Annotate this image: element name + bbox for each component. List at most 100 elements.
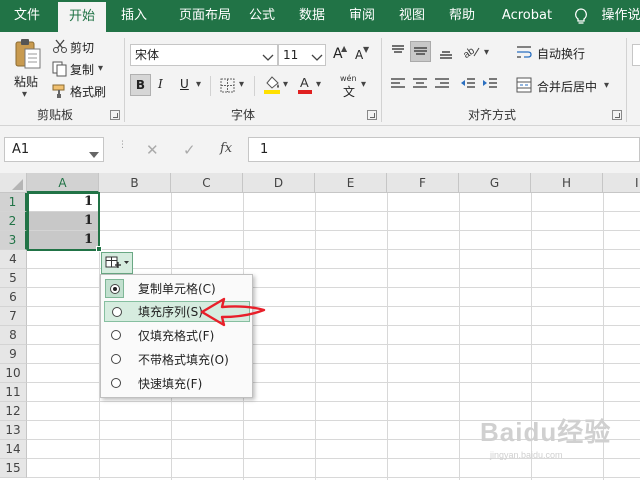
wrap-text-icon[interactable] — [516, 44, 532, 63]
lightbulb-icon[interactable] — [574, 8, 588, 28]
font-color-dropdown-icon[interactable]: ▾ — [316, 79, 321, 90]
paste-dropdown-icon[interactable]: ▾ — [22, 89, 27, 100]
column-header-h[interactable]: H — [531, 173, 603, 193]
menu-item-flash-fill[interactable]: 快速填充(F) — [104, 373, 250, 394]
tab-file[interactable]: 文件 — [4, 0, 50, 32]
tab-insert[interactable]: 插入 — [112, 0, 156, 32]
auto-fill-options-button[interactable] — [101, 252, 133, 274]
align-bottom-icon[interactable] — [438, 44, 454, 63]
align-middle-button[interactable] — [410, 41, 431, 62]
font-launcher-icon[interactable] — [367, 110, 377, 120]
row-header[interactable]: 2 — [0, 212, 27, 231]
row-header[interactable]: 12 — [0, 402, 27, 421]
formula-input[interactable]: 1 — [248, 137, 640, 162]
borders-dropdown-icon[interactable]: ▾ — [239, 79, 244, 90]
row-header[interactable]: 14 — [0, 440, 27, 459]
insert-function-button[interactable]: fx — [220, 141, 232, 156]
column-header-c[interactable]: C — [171, 173, 243, 193]
fill-color-dropdown-icon[interactable]: ▾ — [283, 79, 288, 90]
row-header[interactable]: 15 — [0, 459, 27, 478]
row-header[interactable]: 5 — [0, 269, 27, 288]
column-header-b[interactable]: B — [99, 173, 171, 193]
increase-indent-icon[interactable] — [482, 77, 498, 94]
column-header-f[interactable]: F — [387, 173, 459, 193]
row-header[interactable]: 8 — [0, 326, 27, 345]
tab-home[interactable]: 开始 — [58, 2, 106, 32]
merge-center-icon[interactable] — [516, 77, 532, 96]
column-header-i[interactable]: I — [603, 173, 640, 193]
align-top-icon[interactable] — [390, 44, 406, 63]
merge-dropdown-icon[interactable]: ▾ — [604, 80, 609, 91]
row-header[interactable]: 13 — [0, 421, 27, 440]
scissors-icon[interactable] — [52, 39, 68, 56]
decrease-indent-icon[interactable] — [460, 77, 476, 94]
cell-value: 1 — [83, 213, 93, 228]
orientation-icon[interactable]: ab — [461, 42, 480, 63]
row-header[interactable]: 6 — [0, 288, 27, 307]
formula-bar-area: A1 ⋮ ✕ ✓ fx 1 — [0, 126, 640, 173]
select-all-corner[interactable] — [0, 173, 27, 193]
paste-icon[interactable] — [14, 38, 42, 73]
copy-dropdown-icon[interactable]: ▾ — [98, 63, 103, 74]
tab-formulas[interactable]: 公式 — [242, 0, 282, 32]
column-header-e[interactable]: E — [315, 173, 387, 193]
radio-icon — [111, 354, 121, 364]
underline-button[interactable]: U — [180, 77, 189, 91]
decrease-font-button[interactable]: A — [355, 48, 363, 62]
paste-button[interactable]: 粘贴 — [14, 73, 38, 90]
cell-a3[interactable]: 1 — [27, 231, 99, 250]
row-header[interactable]: 4 — [0, 250, 27, 269]
column-header-a[interactable]: A — [27, 173, 99, 193]
menu-item-fill-without-formatting[interactable]: 不带格式填充(O) — [104, 349, 250, 370]
row-header[interactable]: 7 — [0, 307, 27, 326]
tab-data[interactable]: 数据 — [292, 0, 332, 32]
format-painter-icon[interactable] — [52, 83, 68, 102]
confirm-entry-button[interactable]: ✓ — [183, 141, 196, 159]
cut-button[interactable]: 剪切 — [70, 39, 94, 56]
font-size-value: 11 — [283, 48, 299, 62]
align-right-icon[interactable] — [434, 77, 450, 94]
row-header[interactable]: 10 — [0, 364, 27, 383]
alignment-launcher-icon[interactable] — [612, 110, 622, 120]
copy-icon[interactable] — [52, 61, 68, 80]
underline-dropdown-icon[interactable]: ▾ — [196, 79, 201, 90]
row-header[interactable]: 1 — [0, 193, 27, 212]
tab-page-layout[interactable]: 页面布局 — [164, 0, 246, 32]
merge-center-button[interactable]: 合并后居中 — [537, 78, 597, 95]
tab-help[interactable]: 帮助 — [442, 0, 482, 32]
bold-button[interactable]: B — [130, 74, 151, 96]
font-name-select[interactable]: 宋体 — [130, 44, 278, 66]
italic-button[interactable]: I — [158, 77, 163, 91]
font-color-icon[interactable]: A — [297, 74, 313, 97]
phonetic-guide-button[interactable]: wén — [340, 74, 357, 83]
row-header[interactable]: 11 — [0, 383, 27, 402]
align-center-icon[interactable] — [412, 77, 428, 94]
orientation-dropdown-icon[interactable]: ▾ — [484, 47, 489, 58]
tab-review[interactable]: 审阅 — [342, 0, 382, 32]
phonetic-dropdown-icon[interactable]: ▾ — [361, 79, 366, 90]
copy-button[interactable]: 复制 — [70, 61, 94, 78]
formula-bar-grip-icon[interactable]: ⋮ — [118, 141, 127, 150]
row-header[interactable]: 3 — [0, 231, 27, 250]
borders-icon[interactable] — [220, 78, 235, 96]
cell-a1[interactable]: 1 — [27, 193, 99, 212]
clipboard-launcher-icon[interactable] — [110, 110, 120, 120]
svg-text:ab: ab — [462, 45, 477, 60]
align-left-icon[interactable] — [390, 77, 406, 94]
column-header-g[interactable]: G — [459, 173, 531, 193]
number-format-select[interactable] — [632, 44, 640, 66]
tell-me-search[interactable]: 操作说 — [596, 0, 640, 32]
fill-color-icon[interactable] — [263, 74, 281, 97]
cell-a2[interactable]: 1 — [27, 212, 99, 231]
row-header[interactable]: 9 — [0, 345, 27, 364]
formula-input-value: 1 — [260, 142, 269, 157]
wrap-text-button[interactable]: 自动换行 — [537, 45, 585, 62]
tab-acrobat[interactable]: Acrobat — [496, 0, 558, 32]
chevron-down-icon[interactable] — [311, 51, 323, 65]
format-painter-button[interactable]: 格式刷 — [70, 83, 106, 100]
chevron-down-icon[interactable] — [89, 147, 99, 161]
chevron-down-icon[interactable] — [262, 51, 274, 65]
cancel-entry-button[interactable]: ✕ — [146, 141, 159, 159]
tab-view[interactable]: 视图 — [392, 0, 432, 32]
column-header-d[interactable]: D — [243, 173, 315, 193]
